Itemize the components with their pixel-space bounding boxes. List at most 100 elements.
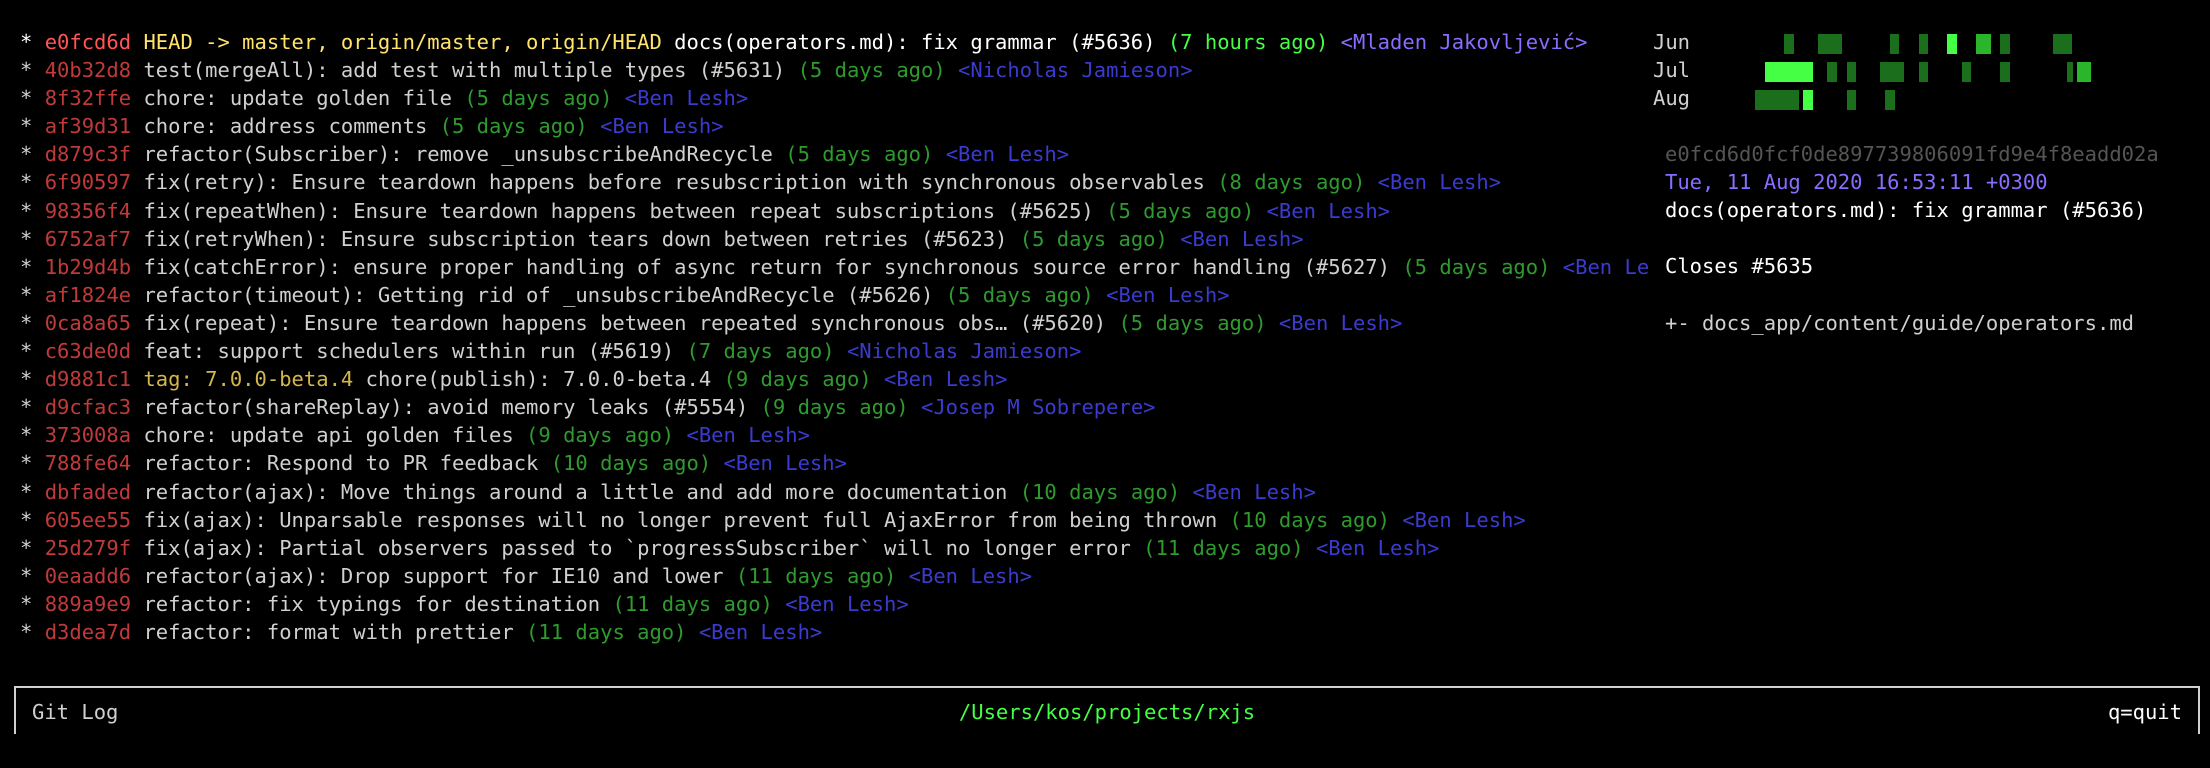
commit-author: <Ben Lesh>: [698, 619, 823, 644]
commit-hash: 6752af7: [44, 226, 132, 251]
commit-relative-time: (11 days ago): [1143, 535, 1304, 560]
activity-cell: [1947, 34, 1957, 54]
commit-row[interactable]: * d3dea7d refactor: format with prettier…: [20, 618, 1650, 646]
graph-node-marker: *: [20, 114, 45, 139]
commit-row[interactable]: * 373008a chore: update api golden files…: [20, 421, 1650, 449]
commit-relative-time: (5 days ago): [1118, 310, 1267, 335]
commit-row[interactable]: * e0fcd6d HEAD -> master, origin/master,…: [20, 28, 1650, 56]
detail-changed-file[interactable]: +- docs_app/content/guide/operators.md: [1665, 309, 2195, 337]
commit-relative-time: (5 days ago): [464, 86, 613, 111]
commit-hash: 98356f4: [44, 198, 132, 223]
graph-node-marker: *: [20, 254, 45, 279]
commit-hash: 605ee55: [44, 507, 132, 532]
commit-hash: 0eaadd6: [44, 563, 132, 588]
commit-row[interactable]: * 25d279f fix(ajax): Partial observers p…: [20, 534, 1650, 562]
commit-hash: 373008a: [44, 423, 132, 448]
commit-row[interactable]: * af1824e refactor(timeout): Getting rid…: [20, 281, 1650, 309]
commit-author: <Ben Lesh>: [1562, 254, 1650, 279]
commit-hash: 25d279f: [44, 535, 132, 560]
quit-hint[interactable]: q=quit: [2108, 700, 2182, 724]
commit-row[interactable]: * 605ee55 fix(ajax): Unparsable response…: [20, 506, 1650, 534]
commit-hash: e0fcd6d: [44, 30, 132, 54]
commit-row[interactable]: * 889a9e9 refactor: fix typings for dest…: [20, 590, 1650, 618]
commit-row[interactable]: * c63de0d feat: support schedulers withi…: [20, 337, 1650, 365]
commit-relative-time: (9 days ago): [526, 423, 675, 448]
commit-row[interactable]: * d9cfac3 refactor(shareReplay): avoid m…: [20, 393, 1650, 421]
graph-node-marker: *: [20, 367, 45, 392]
graph-node-marker: *: [20, 619, 45, 644]
graph-node-marker: *: [20, 58, 45, 83]
activity-cell: [1976, 34, 1991, 54]
graph-node-marker: *: [20, 395, 45, 420]
activity-row: Aug: [1653, 84, 2173, 112]
activity-cell: [1846, 90, 1857, 111]
commit-hash: 8f32ffe: [44, 86, 132, 111]
repo-path: /Users/kos/projects/rxjs: [958, 700, 1256, 724]
graph-node-marker: *: [20, 226, 45, 251]
commit-author: <Ben Lesh>: [1278, 310, 1403, 335]
commit-relative-time: (5 days ago): [439, 114, 588, 139]
commit-author: <Ben Lesh>: [1402, 507, 1526, 532]
activity-cell: [1880, 62, 1905, 83]
commit-hash: 0ca8a65: [44, 310, 132, 335]
graph-node-marker: *: [20, 591, 45, 616]
commit-relative-time: (5 days ago): [1106, 198, 1255, 223]
status-bar: Git Log /Users/kos/projects/rxjs q=quit: [14, 686, 2200, 734]
commit-subject: refactor(shareReplay): avoid memory leak…: [143, 395, 749, 420]
commit-log[interactable]: * e0fcd6d HEAD -> master, origin/master,…: [20, 28, 1650, 646]
commit-row[interactable]: * 98356f4 fix(repeatWhen): Ensure teardo…: [20, 197, 1650, 225]
commit-relative-time: (11 days ago): [526, 619, 687, 644]
graph-node-marker: *: [20, 339, 45, 364]
detail-spacer: [1665, 280, 2195, 308]
commit-relative-time: (5 days ago): [797, 58, 946, 83]
graph-node-marker: *: [20, 170, 45, 195]
commit-row[interactable]: * 0eaadd6 refactor(ajax): Drop support f…: [20, 562, 1650, 590]
commit-author: <Ben Lesh>: [1266, 198, 1390, 223]
commit-row[interactable]: * af39d31 chore: address comments (5 day…: [20, 112, 1650, 140]
commit-relative-time: (5 days ago): [945, 282, 1094, 307]
commit-author: <Ben Lesh>: [883, 367, 1008, 392]
commit-subject: fix(ajax): Partial observers passed to `…: [143, 535, 1131, 560]
commit-relative-time: (11 days ago): [735, 563, 897, 588]
commit-subject: refactor: fix typings for destination: [143, 591, 601, 616]
commit-author: <Ben Lesh>: [1192, 479, 1316, 504]
graph-node-marker: *: [20, 423, 45, 448]
commit-subject: test(mergeAll): add test with multiple t…: [143, 58, 786, 83]
commit-subject: fix(repeat): Ensure teardown happens bet…: [143, 310, 1107, 335]
activity-cell: [1755, 90, 1799, 111]
commit-hash: c63de0d: [44, 339, 132, 364]
commit-row[interactable]: * d9881c1 tag: 7.0.0-beta.4 chore(publis…: [20, 365, 1650, 393]
commit-subject: refactor(Subscriber): remove _unsubscrib…: [143, 142, 773, 167]
commit-row[interactable]: * d879c3f refactor(Subscriber): remove _…: [20, 140, 1650, 168]
commit-relative-time: (5 days ago): [785, 142, 934, 167]
commit-row[interactable]: * 8f32ffe chore: update golden file (5 d…: [20, 84, 1650, 112]
commit-subject: fix(retryWhen): Ensure subscription tear…: [143, 226, 1008, 251]
commit-row[interactable]: * 40b32d8 test(mergeAll): add test with …: [20, 56, 1650, 84]
activity-cell: [2000, 62, 2010, 83]
commit-hash: dbfaded: [44, 479, 132, 504]
commit-row[interactable]: * 788fe64 refactor: Respond to PR feedba…: [20, 449, 1650, 477]
activity-cell: [1817, 34, 1842, 54]
commit-author: <Mladen Jakovljević>: [1340, 30, 1588, 54]
commit-row[interactable]: * 1b29d4b fix(catchError): ensure proper…: [20, 253, 1650, 281]
commit-row[interactable]: * 6f90597 fix(retry): Ensure teardown ha…: [20, 168, 1650, 196]
month-label: Aug: [1653, 86, 1691, 111]
commit-subject: fix(repeatWhen): Ensure teardown happens…: [143, 198, 1094, 223]
commit-relative-time: (9 days ago): [760, 395, 909, 420]
detail-commit-date: Tue, 11 Aug 2020 16:53:11 +0300: [1665, 170, 2048, 195]
commit-hash: d9cfac3: [44, 395, 132, 420]
commit-relative-time: (10 days ago): [1019, 479, 1181, 504]
commit-row[interactable]: * 0ca8a65 fix(repeat): Ensure teardown h…: [20, 309, 1650, 337]
commit-row[interactable]: * dbfaded refactor(ajax): Move things ar…: [20, 478, 1650, 506]
activity-cell: [1918, 34, 1929, 54]
commit-row[interactable]: * 6752af7 fix(retryWhen): Ensure subscri…: [20, 225, 1650, 253]
graph-node-marker: *: [20, 451, 45, 476]
commit-author: <Ben Lesh>: [686, 423, 810, 448]
month-label: Jul: [1653, 58, 1691, 83]
graph-node-marker: *: [20, 507, 45, 532]
commit-subject: refactor: Respond to PR feedback: [143, 451, 539, 476]
commit-relative-time: (10 days ago): [1229, 507, 1390, 532]
activity-cell: [1803, 90, 1813, 111]
activity-cell: [1918, 62, 1929, 83]
graph-node-marker: *: [20, 310, 45, 335]
